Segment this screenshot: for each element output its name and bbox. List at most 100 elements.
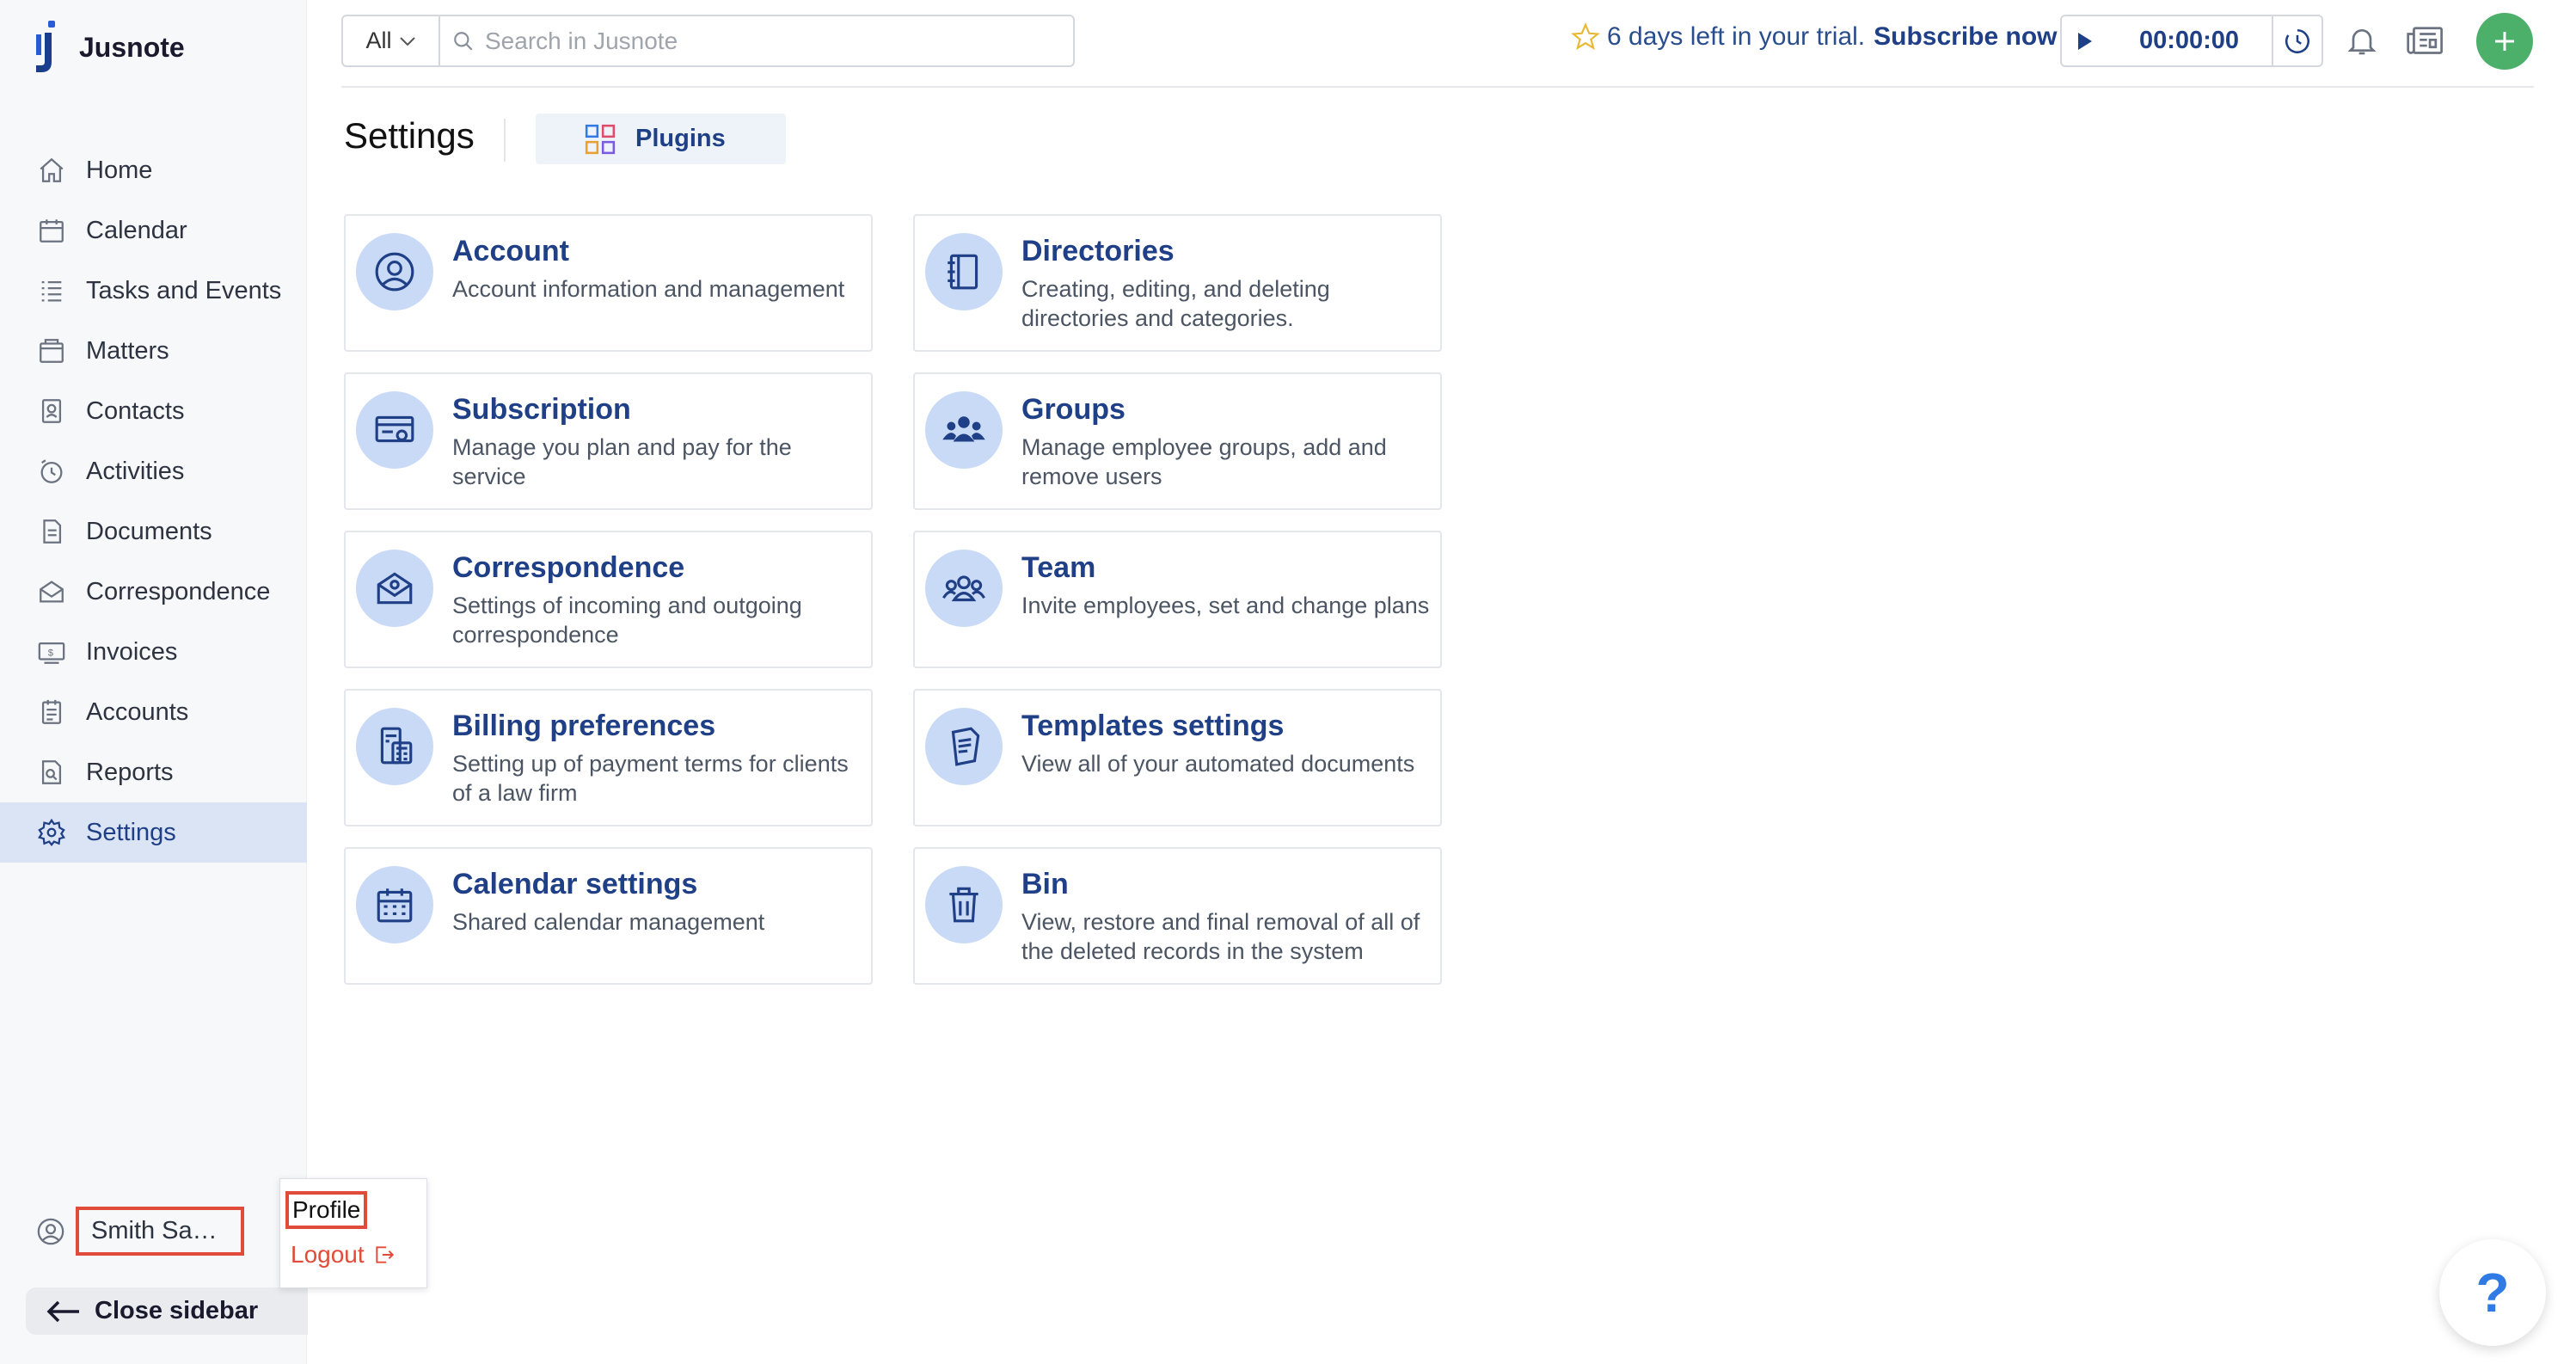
sidebar-item-home[interactable]: Home xyxy=(0,140,307,200)
logout-menu-item[interactable]: Logout xyxy=(291,1241,396,1269)
settings-card-templates[interactable]: Templates settings View all of your auto… xyxy=(913,689,1442,826)
notifications-bell-icon[interactable] xyxy=(2345,22,2379,58)
settings-card-billing[interactable]: Billing preferences Setting up of paymen… xyxy=(344,689,873,826)
calendar-icon xyxy=(36,215,67,246)
card-description: Creating, editing, and deleting director… xyxy=(1021,276,1330,331)
card-title: Groups xyxy=(1021,393,1125,426)
sidebar-item-label: Correspondence xyxy=(86,577,271,605)
correspondence-icon xyxy=(356,550,433,627)
user-avatar-icon xyxy=(37,1218,64,1244)
chevron-down-icon xyxy=(399,36,415,46)
card-description: Settings of incoming and outgoing corres… xyxy=(452,593,802,648)
card-description: View all of your automated documents xyxy=(1021,751,1415,777)
card-title: Account xyxy=(452,235,569,267)
app-name: Jusnote xyxy=(79,31,185,63)
sidebar-item-label: Home xyxy=(86,156,153,184)
team-icon xyxy=(925,550,1003,627)
logout-label: Logout xyxy=(291,1241,365,1268)
invoices-icon: $ xyxy=(36,636,67,667)
user-name[interactable]: Smith Sam... xyxy=(76,1207,244,1256)
card-description: Setting up of payment terms for clients … xyxy=(452,751,849,806)
sidebar-item-calendar[interactable]: Calendar xyxy=(0,200,307,261)
sidebar-item-reports[interactable]: Reports xyxy=(0,742,307,802)
sidebar-item-label: Reports xyxy=(86,758,174,786)
card-title: Billing preferences xyxy=(452,710,716,742)
settings-card-correspondence[interactable]: Correspondence Settings of incoming and … xyxy=(344,531,873,668)
page-title: Settings xyxy=(344,115,475,156)
card-description: Manage you plan and pay for the service xyxy=(452,434,792,489)
sidebar-item-tasks[interactable]: Tasks and Events xyxy=(0,261,307,321)
sidebar-item-invoices[interactable]: $ Invoices xyxy=(0,622,307,682)
card-title: Bin xyxy=(1021,868,1069,900)
card-title: Team xyxy=(1021,551,1096,584)
card-description: Account information and management xyxy=(452,276,845,302)
news-feed-icon[interactable] xyxy=(2407,24,2444,58)
directories-icon xyxy=(925,233,1003,310)
reports-icon xyxy=(36,757,67,788)
settings-card-account[interactable]: Account Account information and manageme… xyxy=(344,214,873,352)
card-title: Directories xyxy=(1021,235,1175,267)
card-title: Correspondence xyxy=(452,551,685,584)
play-icon[interactable] xyxy=(2062,16,2107,65)
svg-text:$: $ xyxy=(48,648,54,658)
settings-card-bin[interactable]: Bin View, restore and final removal of a… xyxy=(913,847,1442,985)
tasks-icon xyxy=(36,275,67,306)
close-sidebar-label: Close sidebar xyxy=(95,1297,259,1324)
sidebar-item-contacts[interactable]: Contacts xyxy=(0,381,307,441)
search-filter-value: All xyxy=(365,28,392,53)
user-menu-trigger[interactable]: Smith Sam... xyxy=(36,1207,244,1256)
card-description: Manage employee groups, add and remove u… xyxy=(1021,434,1387,489)
settings-card-groups[interactable]: Groups Manage employee groups, add and r… xyxy=(913,372,1442,510)
card-description: Invite employees, set and change plans xyxy=(1021,593,1430,618)
plugins-button[interactable]: Plugins xyxy=(536,114,786,164)
settings-card-directories[interactable]: Directories Creating, editing, and delet… xyxy=(913,214,1442,352)
help-question-icon: ? xyxy=(2475,1262,2510,1324)
activities-icon xyxy=(36,456,67,487)
sidebar-item-matters[interactable]: Matters xyxy=(0,321,307,381)
search-icon xyxy=(452,30,475,52)
sidebar-item-correspondence[interactable]: Correspondence xyxy=(0,562,307,622)
timer-display: 00:00:00 xyxy=(2138,27,2240,54)
sidebar-item-accounts[interactable]: Accounts xyxy=(0,682,307,742)
plugins-grid-icon xyxy=(584,123,616,156)
add-new-button[interactable] xyxy=(2476,13,2533,70)
jusnote-logo-icon xyxy=(36,21,55,72)
card-description: Shared calendar management xyxy=(452,909,765,935)
arrow-left-icon xyxy=(46,1300,79,1322)
sidebar-item-activities[interactable]: Activities xyxy=(0,441,307,501)
search-input[interactable] xyxy=(485,27,1070,55)
logout-icon xyxy=(375,1246,394,1263)
timer-history-icon[interactable] xyxy=(2272,16,2321,65)
search-filter-dropdown[interactable]: All xyxy=(343,16,440,65)
search-box: All xyxy=(341,15,1075,67)
groups-icon xyxy=(925,391,1003,469)
home-icon xyxy=(36,155,67,186)
settings-card-calendar-settings[interactable]: Calendar settings Shared calendar manage… xyxy=(344,847,873,985)
sidebar-item-label: Tasks and Events xyxy=(86,276,282,304)
sidebar-item-label: Documents xyxy=(86,517,212,545)
plugins-label: Plugins xyxy=(635,125,726,152)
sidebar-item-label: Invoices xyxy=(86,637,178,666)
contacts-icon xyxy=(36,396,67,427)
sidebar-item-documents[interactable]: Documents xyxy=(0,501,307,562)
settings-card-subscription[interactable]: Subscription Manage you plan and pay for… xyxy=(344,372,873,510)
profile-menu-item[interactable]: Profile xyxy=(285,1191,368,1229)
settings-icon xyxy=(36,817,67,848)
account-icon xyxy=(356,233,433,310)
sidebar-item-label: Settings xyxy=(86,818,176,846)
documents-icon xyxy=(36,516,67,547)
settings-card-team[interactable]: Team Invite employees, set and change pl… xyxy=(913,531,1442,668)
card-title: Calendar settings xyxy=(452,868,698,900)
billing-icon xyxy=(356,708,433,785)
card-title: Templates settings xyxy=(1021,710,1285,742)
sidebar-nav: Home Calendar Tasks and Events Matters C… xyxy=(0,140,307,863)
app-logo[interactable]: Jusnote xyxy=(31,17,185,77)
plus-icon xyxy=(2495,32,2514,51)
correspondence-icon xyxy=(36,576,67,607)
sidebar: Jusnote Home Calendar Tasks and Events M… xyxy=(0,0,308,1364)
accounts-icon xyxy=(36,697,67,728)
sidebar-item-settings[interactable]: Settings xyxy=(0,802,307,863)
help-button[interactable]: ? xyxy=(2439,1239,2546,1346)
subscribe-now-link[interactable]: Subscribe now xyxy=(1874,22,2057,52)
close-sidebar-button[interactable]: Close sidebar xyxy=(26,1287,308,1335)
